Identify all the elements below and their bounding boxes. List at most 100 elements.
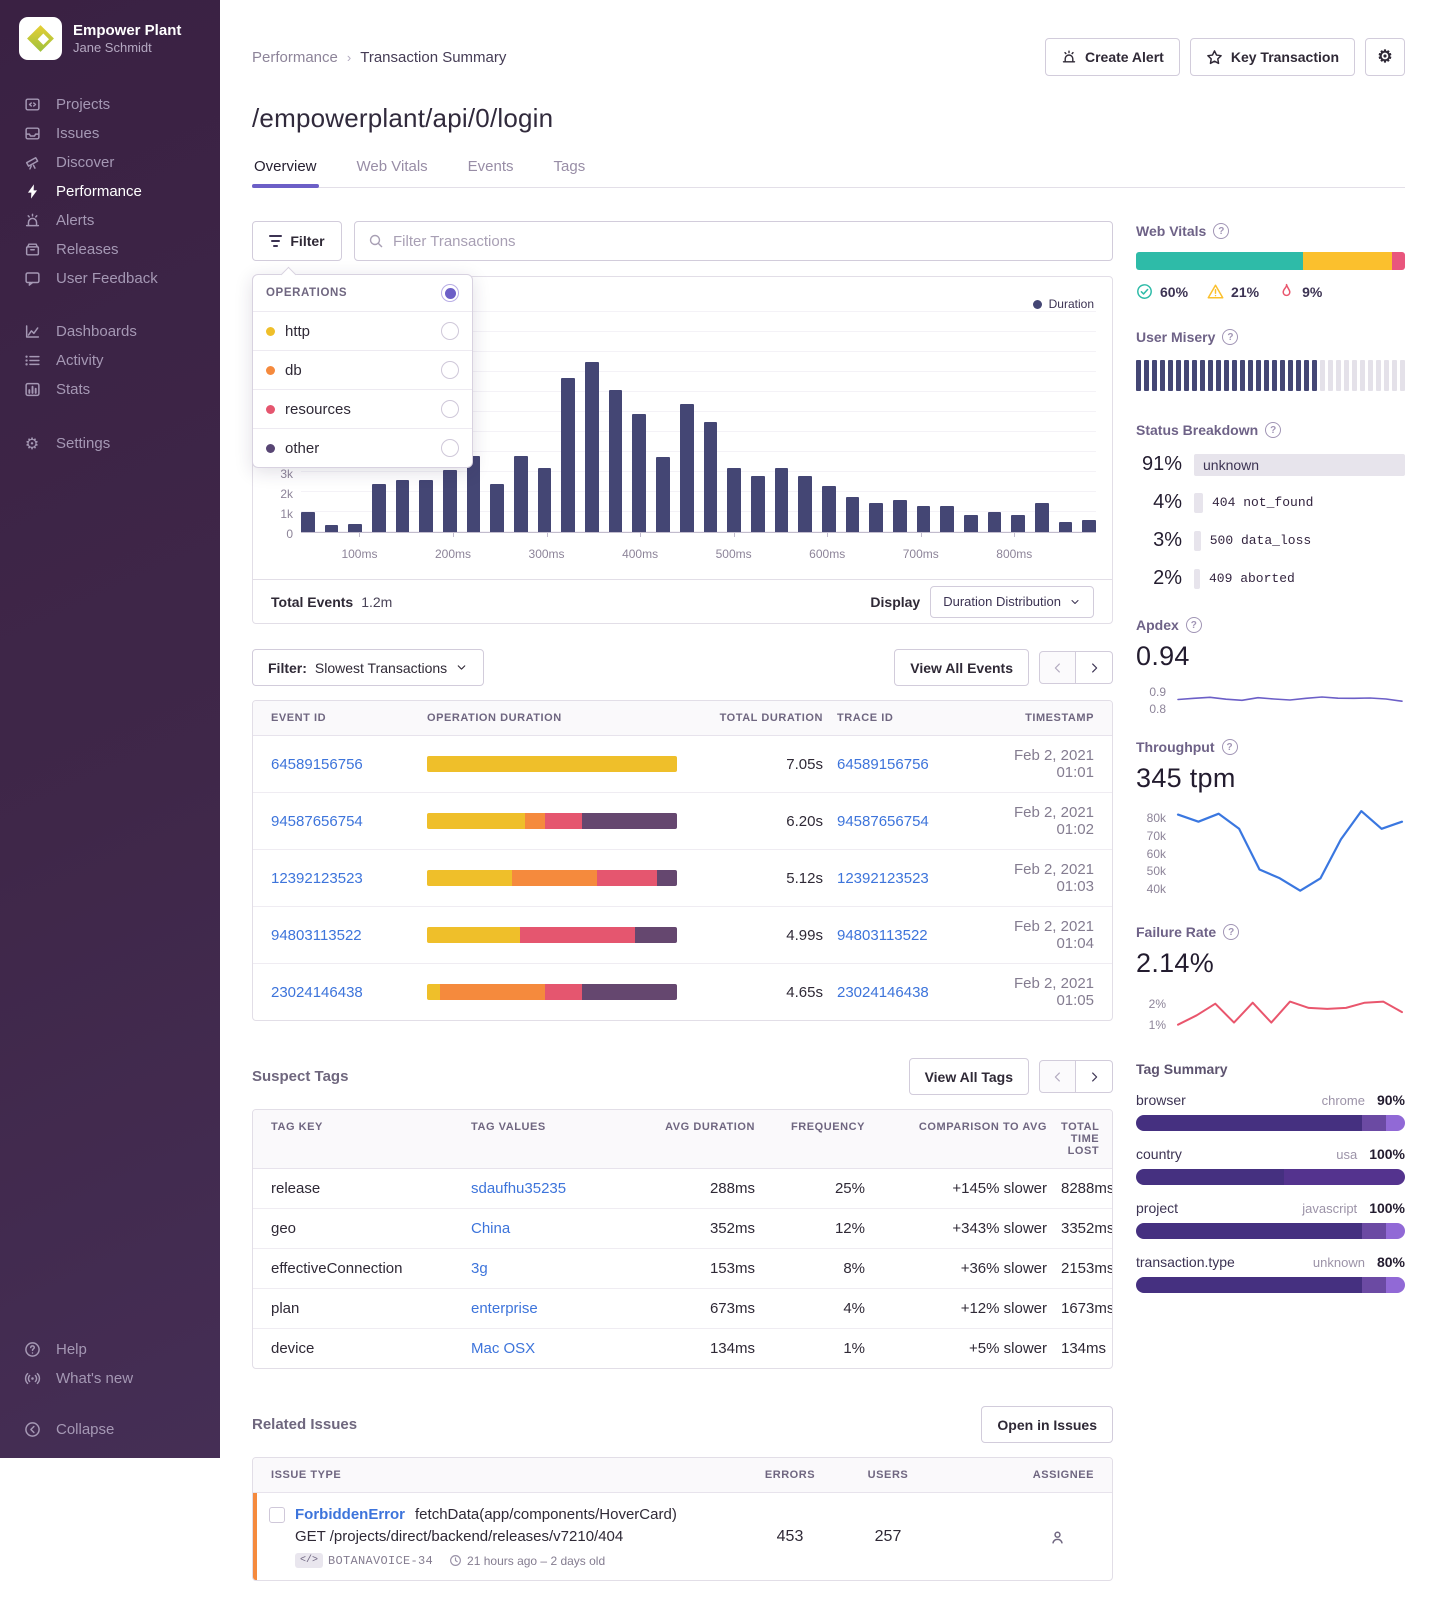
sidebar-item-discover[interactable]: Discover (0, 148, 220, 177)
column-header: FREQUENCY (769, 1121, 865, 1157)
tag-summary-row: transaction.type unknown 80% (1136, 1254, 1405, 1293)
event-id-link[interactable]: 64589156756 (271, 756, 413, 773)
display-select[interactable]: Duration Distribution (930, 586, 1094, 618)
http-radio[interactable] (441, 322, 459, 340)
tag-summary-bar[interactable] (1136, 1115, 1405, 1131)
settings-gear-button[interactable]: ⚙ (1365, 38, 1405, 76)
help-question-icon[interactable]: ? (1222, 739, 1238, 755)
operation-option-other[interactable]: other (253, 429, 472, 467)
view-all-events-button[interactable]: View All Events (894, 649, 1029, 686)
misery-segment (1296, 360, 1301, 391)
suspect-tag-row: release sdaufhu35235 288ms 25% +145% slo… (253, 1169, 1112, 1209)
tag-value-link[interactable]: enterprise (471, 1300, 639, 1317)
trace-id-link[interactable]: 94803113522 (837, 927, 987, 944)
misery-segment (1280, 360, 1285, 391)
dashboards-icon (23, 323, 41, 340)
tag-summary-bar[interactable] (1136, 1277, 1405, 1293)
sidebar-item-settings[interactable]: ⚙Settings (0, 428, 220, 459)
tab-web-vitals[interactable]: Web Vitals (355, 158, 430, 187)
tab-events[interactable]: Events (466, 158, 516, 187)
issue-short-id[interactable]: BOTANAVOICE-34 (328, 1554, 433, 1568)
tag-summary-value: chrome (1322, 1093, 1365, 1108)
status-percent: 4% (1136, 491, 1182, 514)
tab-tags[interactable]: Tags (552, 158, 588, 187)
column-header: TOTAL TIME LOST (1061, 1121, 1099, 1157)
tag-summary-value: unknown (1313, 1255, 1365, 1270)
help-question-icon[interactable]: ? (1213, 223, 1229, 239)
other-radio[interactable] (441, 439, 459, 457)
sidebar-item-projects[interactable]: Projects (0, 90, 220, 119)
pager-next-button[interactable] (1076, 651, 1113, 684)
pager-prev-button[interactable] (1039, 1060, 1076, 1093)
trace-id-link[interactable]: 94587656754 (837, 813, 987, 830)
slowest-transactions-select[interactable]: Filter: Slowest Transactions (252, 649, 484, 686)
sidebar-item-help[interactable]: Help (0, 1335, 220, 1364)
tag-value-link[interactable]: sdaufhu35235 (471, 1180, 639, 1197)
create-alert-button[interactable]: Create Alert (1045, 38, 1180, 76)
sidebar-item-alerts[interactable]: Alerts (0, 206, 220, 235)
tag-value-link[interactable]: 3g (471, 1260, 639, 1277)
key-transaction-button[interactable]: Key Transaction (1190, 38, 1355, 76)
help-question-icon[interactable]: ? (1265, 422, 1281, 438)
view-all-tags-button[interactable]: View All Tags (909, 1058, 1029, 1095)
trace-id-link[interactable]: 23024146438 (837, 984, 987, 1001)
operation-option-http[interactable]: http (253, 312, 472, 351)
pager-prev-button[interactable] (1039, 651, 1076, 684)
event-id-link[interactable]: 23024146438 (271, 984, 413, 1001)
tag-summary-bar[interactable] (1136, 1223, 1405, 1239)
sidebar-item-dashboards[interactable]: Dashboards (0, 317, 220, 346)
sidebar-item-stats[interactable]: Stats (0, 375, 220, 404)
db-radio[interactable] (441, 361, 459, 379)
operations-header-row[interactable]: OPERATIONS (253, 275, 472, 312)
column-header: TRACE ID (837, 712, 987, 724)
sidebar-item-releases[interactable]: Releases (0, 235, 220, 264)
assignee-button[interactable] (944, 1529, 1094, 1546)
misery-segment (1344, 360, 1349, 391)
tab-overview[interactable]: Overview (252, 158, 319, 187)
histogram-bar (869, 503, 883, 532)
user-feedback-icon (23, 270, 41, 287)
operation-option-db[interactable]: db (253, 351, 472, 390)
event-id-link[interactable]: 12392123523 (271, 870, 413, 887)
trace-id-link[interactable]: 64589156756 (837, 756, 987, 773)
search-input[interactable] (393, 233, 1099, 250)
y-axis-tick: 0.8 (1136, 702, 1166, 716)
org-switcher[interactable]: Empower Plant Jane Schmidt (0, 0, 220, 60)
column-header: ASSIGNEE (944, 1469, 1094, 1481)
event-timestamp: Feb 2, 2021 01:05 (1001, 975, 1094, 1009)
sidebar-item-performance[interactable]: Performance (0, 177, 220, 206)
issue-type-link[interactable]: ForbiddenError (295, 1506, 405, 1523)
event-table-row: 12392123523 5.12s 12392123523 Feb 2, 202… (253, 850, 1112, 907)
trace-id-link[interactable]: 12392123523 (837, 870, 987, 887)
frequency: 12% (769, 1220, 865, 1237)
issue-checkbox[interactable] (269, 1507, 285, 1523)
search-box[interactable] (354, 221, 1113, 261)
tag-value-link[interactable]: Mac OSX (471, 1340, 639, 1357)
operation-duration-bar (427, 870, 677, 886)
event-id-link[interactable]: 94803113522 (271, 927, 413, 944)
op-segment-http (427, 813, 525, 829)
pager-next-button[interactable] (1076, 1060, 1113, 1093)
resources-radio[interactable] (441, 400, 459, 418)
sidebar-item-user-feedback[interactable]: User Feedback (0, 264, 220, 293)
operation-option-resources[interactable]: resources (253, 390, 472, 429)
sidebar-item-activity[interactable]: Activity (0, 346, 220, 375)
open-in-issues-button[interactable]: Open in Issues (981, 1406, 1113, 1443)
event-id-link[interactable]: 94587656754 (271, 813, 413, 830)
sidebar-item-issues[interactable]: Issues (0, 119, 220, 148)
operations-radio-selected[interactable] (441, 284, 459, 302)
breadcrumb-performance[interactable]: Performance (252, 49, 338, 66)
tag-value-link[interactable]: China (471, 1220, 639, 1237)
issue-row[interactable]: ForbiddenError fetchData(app/components/… (253, 1493, 1112, 1580)
sidebar-item-what-s-new[interactable]: What's new (0, 1364, 220, 1393)
suspect-tag-row: effectiveConnection 3g 153ms 8% +36% slo… (253, 1249, 1112, 1289)
broadcast-icon (23, 1370, 41, 1387)
tag-summary-bar[interactable] (1136, 1169, 1405, 1185)
sidebar-item-collapse[interactable]: Collapse (0, 1415, 220, 1444)
filter-button[interactable]: Filter (252, 221, 342, 261)
help-question-icon[interactable]: ? (1223, 924, 1239, 940)
help-question-icon[interactable]: ? (1222, 329, 1238, 345)
web-vitals-segment (1392, 252, 1405, 270)
help-question-icon[interactable]: ? (1186, 617, 1202, 633)
apdex-sparkline: 0.90.8 (1136, 682, 1405, 716)
